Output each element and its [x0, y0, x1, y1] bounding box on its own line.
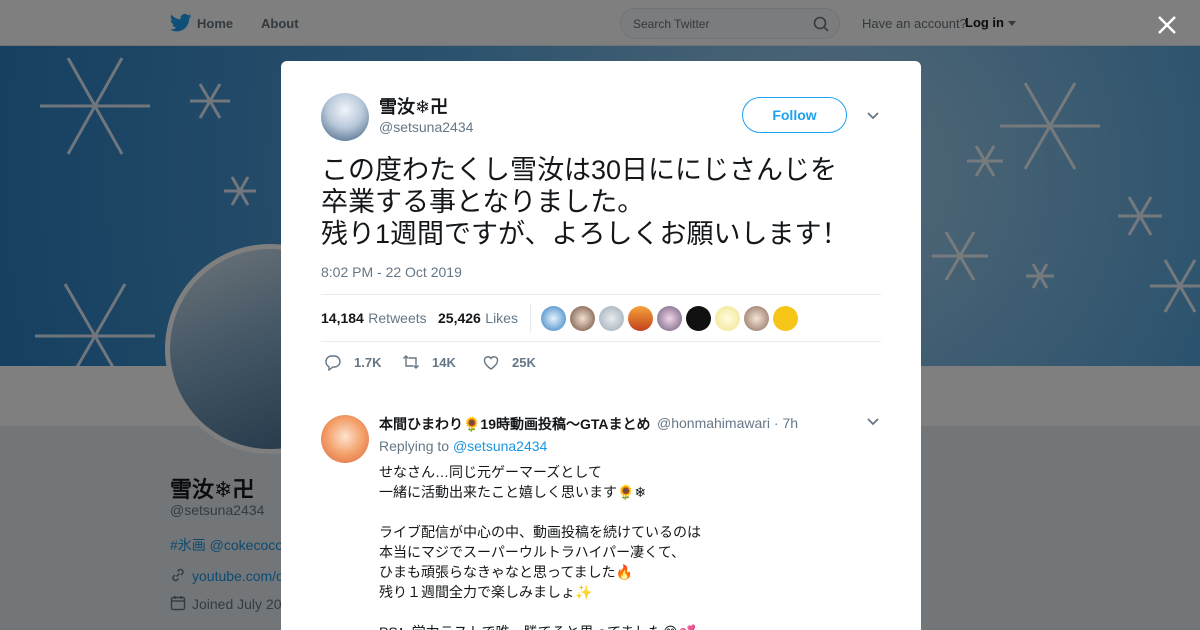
- reply-icon: [325, 355, 341, 371]
- follow-button[interactable]: Follow: [742, 97, 847, 133]
- retweets-stat[interactable]: 14,184 Retweets: [321, 310, 427, 328]
- liker-avatar[interactable]: [715, 306, 740, 331]
- liker-avatar[interactable]: [657, 306, 682, 331]
- tweet-timestamp[interactable]: 8:02 PM - 22 Oct 2019: [321, 264, 462, 280]
- like-count: 25K: [512, 355, 536, 370]
- liker-avatar[interactable]: [541, 306, 566, 331]
- replying-to-link[interactable]: @setsuna2434: [453, 438, 547, 454]
- tweet-author-handle[interactable]: @setsuna2434: [379, 119, 473, 135]
- chevron-down-icon[interactable]: [866, 111, 880, 121]
- retweet-count: 14K: [432, 355, 456, 370]
- retweet-icon: [403, 355, 419, 369]
- tweet-author-name[interactable]: 雪汝❄卍: [379, 93, 448, 119]
- close-icon[interactable]: [1155, 13, 1179, 37]
- replying-prefix: Replying to: [379, 438, 450, 454]
- tweet-stats: 14,184 Retweets 25,426 Likes: [321, 294, 881, 342]
- liker-avatar[interactable]: [686, 306, 711, 331]
- reply-count: 1.7K: [354, 355, 382, 370]
- replying-to: Replying to @setsuna2434: [379, 438, 547, 454]
- tweet-text: この度わたくし雪汝は30日ににじさんじを 卒業する事となりました。 残り1週間で…: [321, 155, 849, 249]
- likes-count: 25,426: [438, 310, 481, 326]
- liker-avatar[interactable]: [599, 306, 624, 331]
- tweet-modal: 雪汝❄卍 @setsuna2434 Follow この度わたくし雪汝は30日にに…: [281, 61, 921, 630]
- retweets-count: 14,184: [321, 310, 364, 326]
- tweet-actions: 1.7K 14K 25K: [321, 351, 881, 375]
- reply-text: せなさん…同じ元ゲーマーズとして 一緒に活動出来たこと嬉しく思います🌻❄ ライブ…: [379, 464, 701, 630]
- liker-avatar[interactable]: [773, 306, 798, 331]
- liker-avatar[interactable]: [744, 306, 769, 331]
- likes-label: Likes: [485, 310, 518, 326]
- stats-divider: [530, 303, 531, 333]
- reply-author-name[interactable]: 本間ひまわり🌻19時動画投稿～GTAまとめ: [379, 414, 651, 434]
- heart-icon: [483, 356, 499, 370]
- tweet-author-avatar[interactable]: [321, 93, 369, 141]
- liker-avatar[interactable]: [628, 306, 653, 331]
- likes-stat[interactable]: 25,426 Likes: [438, 310, 518, 328]
- retweets-label: Retweets: [368, 310, 427, 326]
- reply-chevron-down-icon[interactable]: [866, 417, 880, 427]
- reply-author-avatar[interactable]: [321, 415, 369, 463]
- reply-handle-time[interactable]: @honmahimawari · 7h: [657, 415, 798, 431]
- liker-avatar[interactable]: [570, 306, 595, 331]
